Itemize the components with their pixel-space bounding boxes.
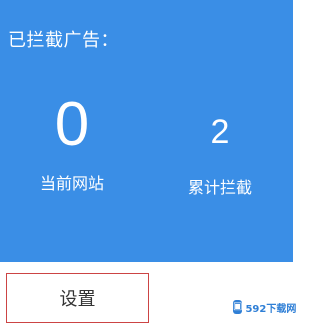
settings-button[interactable]: 设置 xyxy=(6,273,149,323)
watermark-logo: ▣ 592下载网 xyxy=(233,295,296,319)
adblock-popup: 已拦截广告： 0 当前网站 2 累计拦截 设置 ▣ 592下载网 xyxy=(0,0,296,327)
total-blocked-stat: 2 累计拦截 xyxy=(160,90,280,198)
panel-title: 已拦截广告： xyxy=(8,30,119,51)
brand-logo-icon: ▣ xyxy=(233,300,243,314)
settings-button-label: 设置 xyxy=(59,289,96,310)
watermark-text: 592下载网 xyxy=(245,303,297,315)
current-site-stat: 0 当前网站 xyxy=(12,90,132,194)
current-site-count: 0 xyxy=(54,90,90,159)
total-blocked-count: 2 xyxy=(210,113,230,151)
stats-panel: 已拦截广告： 0 当前网站 2 累计拦截 xyxy=(0,0,293,262)
current-site-label: 当前网站 xyxy=(39,174,104,193)
total-blocked-label: 累计拦截 xyxy=(187,178,252,197)
